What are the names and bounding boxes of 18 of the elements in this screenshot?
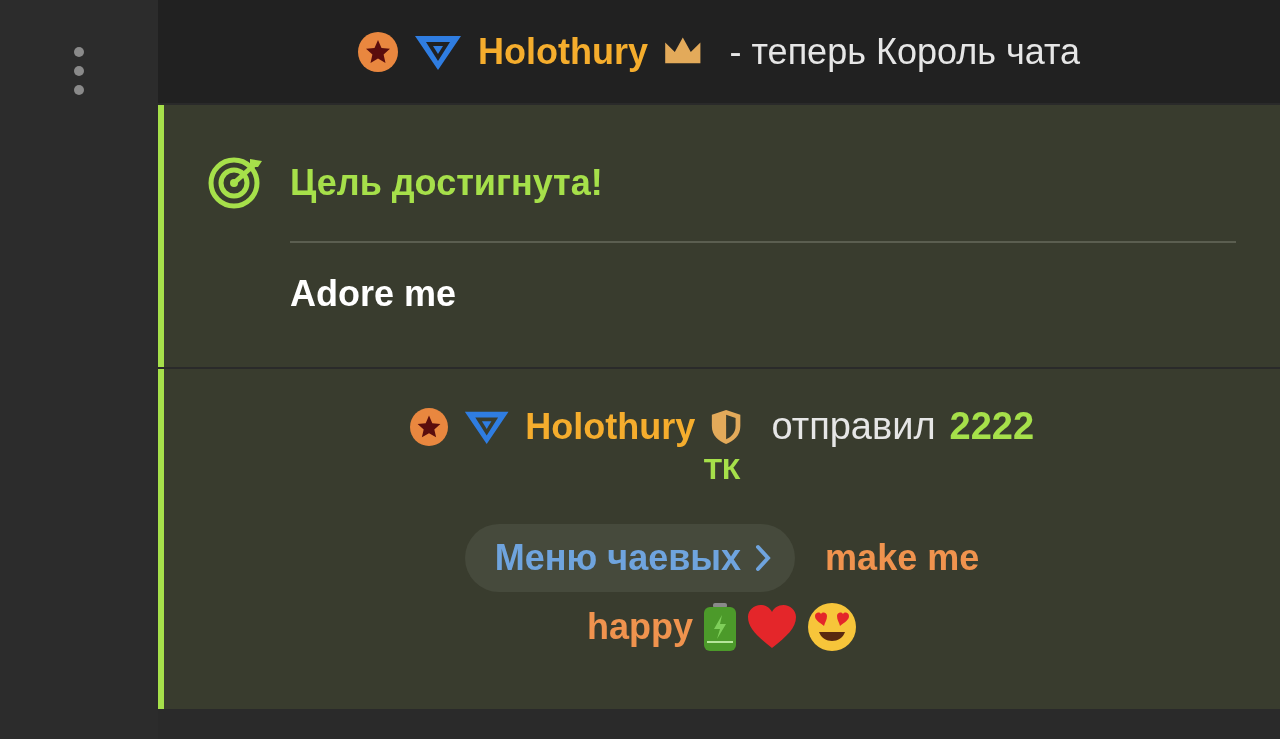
tip-message: happy xyxy=(587,606,693,648)
goal-name: Adore me xyxy=(290,273,458,315)
battery-icon xyxy=(703,603,737,651)
goal-title: Цель достигнута! xyxy=(290,162,603,204)
tip-verb: отправил xyxy=(771,405,936,448)
heart-icon xyxy=(747,604,797,650)
chevron-right-icon xyxy=(755,544,772,572)
tip-amount: 2222 xyxy=(949,405,1035,448)
star-badge-icon xyxy=(357,31,398,72)
username[interactable]: Holothury xyxy=(477,30,648,73)
username[interactable]: Holothury xyxy=(525,405,696,448)
tip-menu-button[interactable]: Меню чаевых xyxy=(464,524,796,592)
tip-unit: ТК xyxy=(703,452,741,486)
tip-message: make me xyxy=(825,537,980,579)
star-badge-icon xyxy=(409,407,448,446)
announcement-text: - теперь Король чата xyxy=(729,30,1081,73)
more-options-icon[interactable] xyxy=(73,46,85,96)
heart-eyes-emoji-icon xyxy=(807,602,857,652)
